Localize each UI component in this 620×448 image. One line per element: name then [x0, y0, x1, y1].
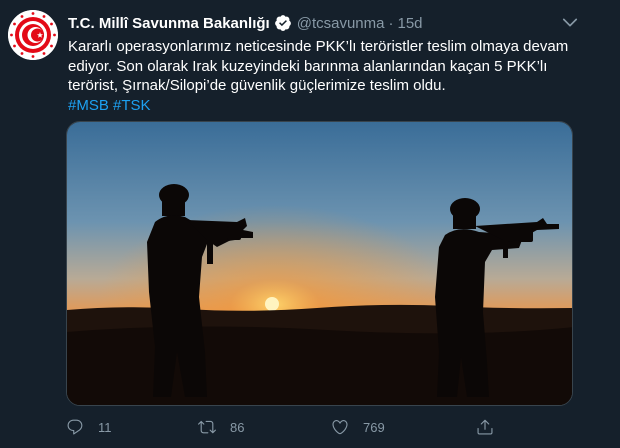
separator-dot: · [388, 14, 394, 32]
chevron-down-icon[interactable] [560, 12, 580, 32]
tweet-text-line: terörist, Şırnak/Silopi’de güvenlik güçl… [68, 77, 446, 94]
tweet-text: Kararlı operasyonlarımız neticesinde PKK… [68, 37, 568, 115]
avatar[interactable] [8, 10, 58, 60]
msb-logo-icon [8, 10, 58, 60]
hashtag-list: #MSB #TSK [68, 96, 568, 116]
timestamp[interactable]: 15d [397, 15, 422, 32]
like-count: 769 [363, 419, 385, 435]
reply-count: 11 [98, 419, 112, 435]
tweet-actions: 11 86 769 [66, 415, 586, 439]
like-button[interactable]: 769 [331, 415, 385, 439]
heart-icon [332, 420, 348, 435]
tweet-header: T.C. Millî Savunma Bakanlığı @tcsavunma … [68, 12, 580, 34]
tweet-photo[interactable] [66, 121, 573, 406]
share-icon [477, 419, 493, 435]
tweet-text-line: ediyor. Son olarak Irak kuzeyindeki barı… [68, 57, 548, 75]
display-name[interactable]: T.C. Millî Savunma Bakanlığı [68, 15, 270, 32]
retweet-icon [198, 420, 216, 434]
retweet-button[interactable]: 86 [198, 415, 244, 439]
verified-badge-icon [274, 14, 292, 32]
reply-button[interactable]: 11 [66, 415, 112, 439]
photo-silhouettes-sunset [67, 122, 572, 405]
hashtag-tsk[interactable]: #TSK [113, 97, 151, 114]
handle[interactable]: @tcsavunma [297, 15, 385, 32]
retweet-count: 86 [230, 419, 245, 435]
hashtag-msb[interactable]: #MSB [68, 97, 109, 114]
tweet-text-line: Kararlı operasyonlarımız neticesinde PKK… [68, 38, 569, 55]
reply-icon [67, 419, 83, 435]
tweet-card[interactable]: T.C. Millî Savunma Bakanlığı @tcsavunma … [0, 0, 620, 448]
share-button[interactable] [476, 415, 494, 439]
